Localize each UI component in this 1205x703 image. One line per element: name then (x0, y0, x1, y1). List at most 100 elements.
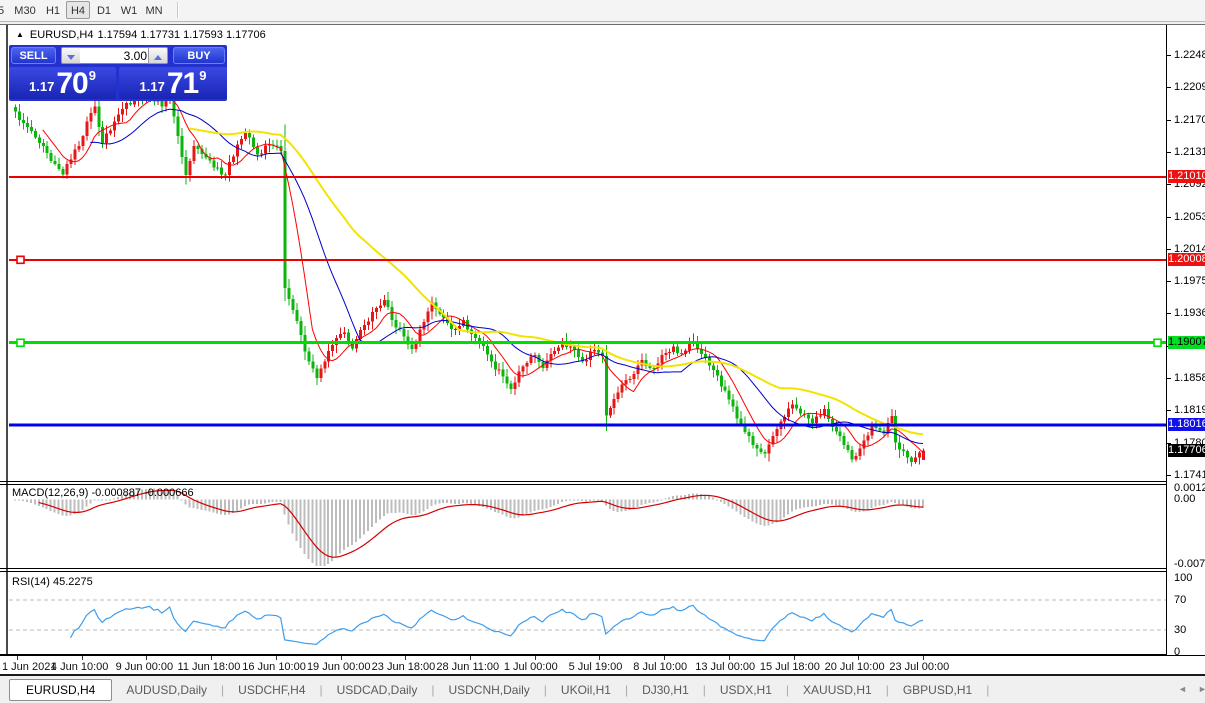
buy-price-display[interactable]: 1.17719 (119, 67, 227, 99)
time-axis-tick (923, 656, 924, 660)
time-tick-label: 9 Jun 00:00 (116, 661, 174, 673)
price-axis-tick (1167, 313, 1171, 314)
price-tick-label: 1.19360 (1174, 308, 1205, 319)
price-line-badge: 1.20008 (1168, 253, 1205, 266)
horizontal-line-object (9, 176, 1166, 178)
line-handle (17, 339, 24, 346)
chart-title: ▲ EURUSD,H4 1.17594 1.17731 1.17593 1.1770… (16, 29, 270, 41)
tab-usdx-h1[interactable]: USDX,H1 (706, 679, 786, 701)
tab-usdcnh-daily[interactable]: USDCNH,Daily (434, 679, 543, 701)
tab-eurusd-h4[interactable]: EURUSD,H4 (9, 679, 112, 701)
horizontal-line-object (9, 341, 1166, 344)
rsi-axis-label: 100 (1174, 573, 1192, 584)
time-axis-tick (664, 656, 665, 660)
price-line-badge: 1.17706 (1168, 444, 1205, 457)
panel-separator (0, 571, 1205, 572)
price-axis-tick (1167, 249, 1171, 250)
macd-axis-label: 0.00 (1174, 494, 1195, 505)
timeframe-button-h1[interactable]: H1 (41, 1, 65, 19)
panel-separator[interactable] (0, 481, 1205, 482)
price-tick-label: 1.17410 (1174, 470, 1205, 481)
rsi-line (71, 605, 923, 644)
time-tick-label: 1 Jun 2021 (2, 661, 56, 673)
timeframe-button-5[interactable]: 5 (0, 1, 10, 19)
time-tick-label: 23 Jul 00:00 (889, 661, 949, 673)
timeframe-button-d1[interactable]: D1 (92, 1, 116, 19)
price-axis-tick (1167, 281, 1171, 282)
timeframe-toolbar: 5M30H1H4D1W1MN (0, 0, 1205, 22)
price-axis-tick (1167, 410, 1171, 411)
time-tick-label: 13 Jul 00:00 (695, 661, 755, 673)
time-tick-label: 15 Jul 18:00 (760, 661, 820, 673)
time-axis-tick (341, 656, 342, 660)
time-tick-label: 1 Jul 00:00 (504, 661, 558, 673)
line-handle (17, 256, 24, 263)
volume-input[interactable] (80, 47, 150, 64)
rsi-indicator-panel[interactable] (9, 572, 1166, 654)
time-axis-tick (211, 656, 212, 660)
time-tick-label: 19 Jun 00:00 (307, 661, 371, 673)
price-tick-label: 1.22480 (1174, 50, 1205, 61)
tab-separator: | (986, 683, 989, 697)
time-axis-tick (17, 656, 18, 660)
price-axis-tick (1167, 217, 1171, 218)
timeframe-button-m30[interactable]: M30 (10, 1, 40, 19)
time-axis[interactable]: 1 Jun 20214 Jun 10:00 9 Jun 00:00 11 Jun 1… (0, 656, 1205, 674)
tab-dj30-h1[interactable]: DJ30,H1 (628, 679, 703, 701)
tab-gbpusd-h1[interactable]: GBPUSD,H1 (889, 679, 986, 701)
tab-ukoil-h1[interactable]: UKOil,H1 (547, 679, 625, 701)
buy-button[interactable]: BUY (173, 47, 225, 64)
time-tick-label: 16 Jun 10:00 (242, 661, 306, 673)
time-axis-tick (729, 656, 730, 660)
timeframe-button-h4[interactable]: H4 (66, 1, 90, 19)
tab-xauusd-h1[interactable]: XAUUSD,H1 (789, 679, 886, 701)
chart-ohlc-values: 1.17594 1.17731 1.17593 1.17706 (98, 29, 266, 41)
line-handle (1154, 339, 1161, 346)
time-tick-label: 23 Jun 18:00 (372, 661, 436, 673)
tab-audusd-daily[interactable]: AUDUSD,Daily (112, 679, 221, 701)
buy-price-pip: 9 (199, 68, 206, 83)
price-axis-tick (1167, 378, 1171, 379)
time-tick-label: 28 Jun 11:00 (436, 661, 499, 673)
macd-label: MACD(12,26,9) -0.000887 -0.000666 (12, 487, 194, 499)
trading-platform-window: 5M30H1H4D1W1MN ▲ EURUSD,H4 1.17594 1.17731… (0, 0, 1205, 703)
time-axis-tick (146, 656, 147, 660)
sell-price-display[interactable]: 1.17709 (9, 67, 116, 99)
price-axis-tick (1167, 184, 1171, 185)
triangle-up-icon (154, 55, 162, 60)
moving-average-2 (189, 128, 923, 434)
time-tick-label: 11 Jun 18:00 (178, 661, 241, 673)
price-axis-tick (1167, 475, 1171, 476)
volume-decrease-button[interactable] (61, 47, 81, 64)
macd-axis-label: -0.00707 (1174, 559, 1205, 570)
time-axis-tick (470, 656, 471, 660)
chart-symbol-label: EURUSD,H4 (30, 29, 94, 41)
panel-separator (0, 484, 1205, 485)
chart-left-border (6, 25, 8, 674)
sell-button[interactable]: SELL (11, 47, 56, 64)
timeframe-button-mn[interactable]: MN (142, 1, 166, 19)
tab-scroll-left-icon[interactable]: ◄ (1178, 684, 1187, 694)
price-tick-label: 1.21700 (1174, 115, 1205, 126)
time-tick-label: 4 Jun 10:00 (51, 661, 109, 673)
panel-separator[interactable] (0, 568, 1205, 569)
triangle-down-icon (67, 55, 75, 60)
one-click-collapse-icon[interactable]: ▲ (16, 30, 24, 39)
moving-average-0 (43, 99, 923, 453)
horizontal-line-object (9, 423, 1166, 426)
sell-price-prefix: 1.17 (29, 79, 54, 94)
macd-signal-line (39, 490, 923, 557)
tab-scroll-right-icon[interactable]: ► (1198, 684, 1205, 694)
buy-price-prefix: 1.17 (140, 79, 165, 94)
rsi-axis-label: 0 (1174, 647, 1180, 658)
price-tick-label: 1.18580 (1174, 373, 1205, 384)
price-tick-label: 1.22090 (1174, 82, 1205, 93)
tab-usdcad-daily[interactable]: USDCAD,Daily (323, 679, 432, 701)
sell-price-main: 70 (56, 71, 87, 97)
tab-usdchf-h4[interactable]: USDCHF,H4 (224, 679, 319, 701)
price-axis[interactable]: 1.224801.220901.217001.213101.209201.205… (1167, 25, 1205, 655)
timeframe-button-w1[interactable]: W1 (117, 1, 141, 19)
volume-increase-button[interactable] (148, 47, 168, 64)
price-tick-label: 1.18190 (1174, 405, 1205, 416)
time-axis-tick (405, 656, 406, 660)
